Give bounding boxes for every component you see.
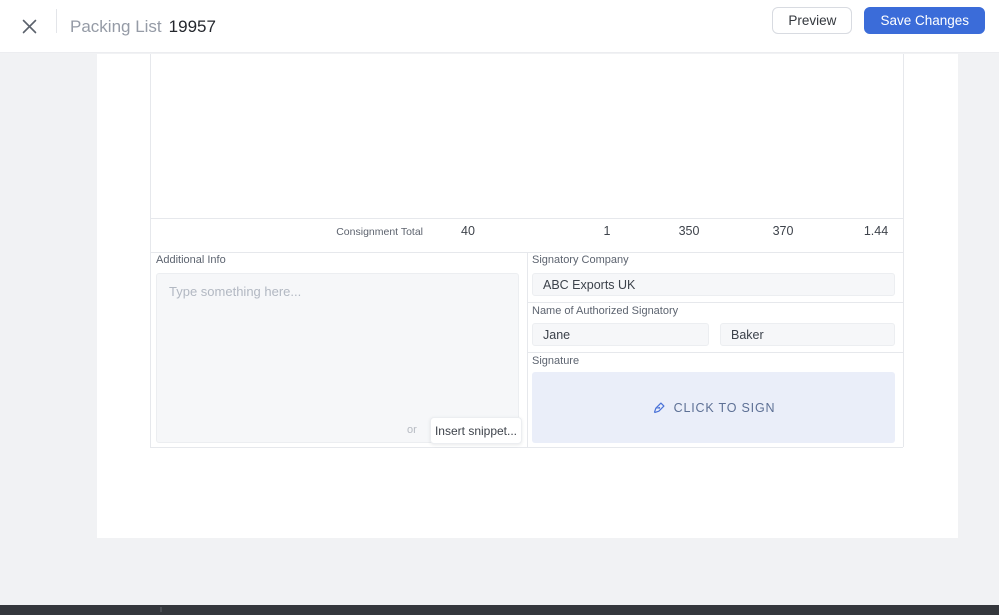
additional-info-label: Additional Info	[156, 254, 226, 266]
consignment-total-qty: 40	[461, 224, 475, 238]
consignment-total-volume: 1.44	[863, 224, 889, 238]
or-label: or	[407, 424, 417, 436]
signatory-company-label: Signatory Company	[532, 254, 629, 266]
doc-number: 19957	[168, 16, 216, 36]
items-table-empty-area	[151, 54, 903, 218]
header-actions: Preview Save Changes	[772, 7, 985, 34]
signatory-last-name-input[interactable]	[720, 323, 895, 346]
insert-snippet-button[interactable]: Insert snippet...	[430, 417, 522, 444]
header: Packing List 19957 Preview Save Changes	[0, 0, 999, 53]
sections-vertical-divider	[527, 252, 528, 447]
pen-nib-icon	[653, 401, 665, 413]
table-right-border	[903, 54, 904, 447]
save-changes-button[interactable]: Save Changes	[864, 7, 985, 34]
signatory-divider-1	[527, 302, 903, 303]
click-to-sign-area[interactable]: CLICK TO SIGN	[532, 372, 895, 443]
page-title: Packing List 19957	[70, 0, 216, 53]
close-icon	[22, 19, 36, 33]
totals-row-top-border	[150, 218, 903, 219]
signatory-first-name-input[interactable]	[532, 323, 709, 346]
signatory-divider-2	[527, 352, 903, 353]
header-divider	[56, 9, 57, 33]
consignment-total-gross-weight: 370	[772, 224, 794, 238]
signatory-company-input[interactable]	[532, 273, 895, 296]
consignment-total-label: Consignment Total	[336, 226, 423, 238]
preview-button[interactable]: Preview	[772, 7, 853, 34]
click-to-sign-label: CLICK TO SIGN	[673, 400, 776, 415]
signature-label: Signature	[532, 355, 580, 367]
doc-type-label: Packing List	[70, 16, 162, 36]
close-button[interactable]	[12, 9, 46, 43]
consignment-total-packages: 1	[603, 224, 611, 238]
bottom-taskbar	[0, 605, 999, 615]
taskbar-divider	[160, 607, 162, 612]
document-card: Consignment Total 40 1 350 370 1.44 Addi…	[97, 54, 958, 538]
sections-bottom-border	[150, 447, 903, 448]
consignment-total-net-weight: 350	[678, 224, 700, 238]
authorized-signatory-label: Name of Authorized Signatory	[532, 305, 679, 317]
